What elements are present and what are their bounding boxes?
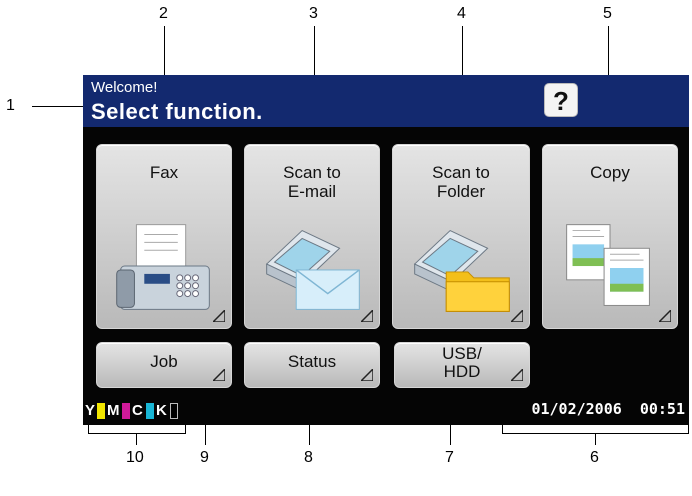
corner-triangle-icon bbox=[213, 369, 225, 381]
toner-bar-magenta bbox=[122, 403, 130, 419]
toner-bar-cyan bbox=[146, 403, 154, 419]
corner-triangle-icon bbox=[361, 369, 373, 381]
status-button[interactable]: Status bbox=[244, 342, 380, 388]
corner-triangle-icon bbox=[511, 369, 523, 381]
callout-line-6 bbox=[595, 433, 596, 445]
usb-hdd-button[interactable]: USB/ HDD bbox=[394, 342, 530, 388]
corner-triangle-icon bbox=[511, 310, 523, 322]
toner-bar-black bbox=[170, 403, 178, 419]
toner-label-y: Y bbox=[85, 402, 96, 419]
callout-8: 8 bbox=[304, 449, 313, 466]
page-title: Select function. bbox=[91, 99, 263, 124]
corner-triangle-icon bbox=[361, 310, 373, 322]
toner-label-k: K bbox=[156, 402, 167, 419]
callout-bracket-10-h bbox=[88, 433, 186, 434]
callout-4: 4 bbox=[457, 5, 466, 22]
job-button[interactable]: Job bbox=[96, 342, 232, 388]
welcome-text: Welcome! bbox=[91, 79, 158, 96]
copy-button[interactable]: Copy bbox=[542, 144, 678, 329]
callout-3: 3 bbox=[309, 5, 318, 22]
fax-label: Fax bbox=[149, 163, 179, 182]
callout-line-10 bbox=[136, 433, 137, 445]
corner-triangle-icon bbox=[659, 310, 671, 322]
toner-bar-yellow bbox=[97, 403, 105, 419]
scanner-folder-icon bbox=[413, 229, 510, 312]
scanner-email-icon bbox=[265, 229, 360, 310]
usb-hdd-label: USB/ HDD bbox=[442, 344, 482, 381]
help-button[interactable]: ? bbox=[544, 83, 578, 117]
callout-10: 10 bbox=[126, 449, 144, 466]
toner-label-c: C bbox=[132, 402, 143, 419]
callout-bracket-10-r bbox=[185, 425, 186, 434]
status-label: Status bbox=[287, 352, 337, 371]
callout-5: 5 bbox=[603, 5, 612, 22]
copy-documents-icon bbox=[566, 224, 650, 306]
fax-button[interactable]: Fax bbox=[96, 144, 232, 329]
scan-to-email-button[interactable]: Scan to E-mail bbox=[244, 144, 380, 329]
corner-triangle-icon bbox=[213, 310, 225, 322]
callout-line-1 bbox=[32, 106, 83, 107]
callout-bracket-10-l bbox=[88, 425, 89, 434]
touch-panel-screen: Welcome! Select function. ? Fax Scan to … bbox=[83, 75, 689, 425]
callout-bracket-6-r bbox=[688, 425, 689, 434]
message-header: Welcome! Select function. ? bbox=[83, 75, 689, 127]
callout-1: 1 bbox=[6, 97, 15, 114]
callout-6: 6 bbox=[590, 449, 599, 466]
callout-bracket-6-l bbox=[502, 425, 503, 434]
copy-label: Copy bbox=[590, 163, 630, 182]
callout-2: 2 bbox=[159, 5, 168, 22]
scan-to-email-label: Scan to E-mail bbox=[283, 163, 341, 201]
fax-machine-icon bbox=[116, 224, 210, 310]
date-time-display: 01/02/2006 00:51 bbox=[531, 400, 685, 418]
callout-9: 9 bbox=[200, 449, 209, 466]
callout-7: 7 bbox=[445, 449, 454, 466]
scan-to-folder-button[interactable]: Scan to Folder bbox=[392, 144, 530, 329]
toner-label-m: M bbox=[107, 402, 120, 419]
job-label: Job bbox=[150, 352, 178, 371]
scan-to-folder-label: Scan to Folder bbox=[432, 163, 490, 201]
